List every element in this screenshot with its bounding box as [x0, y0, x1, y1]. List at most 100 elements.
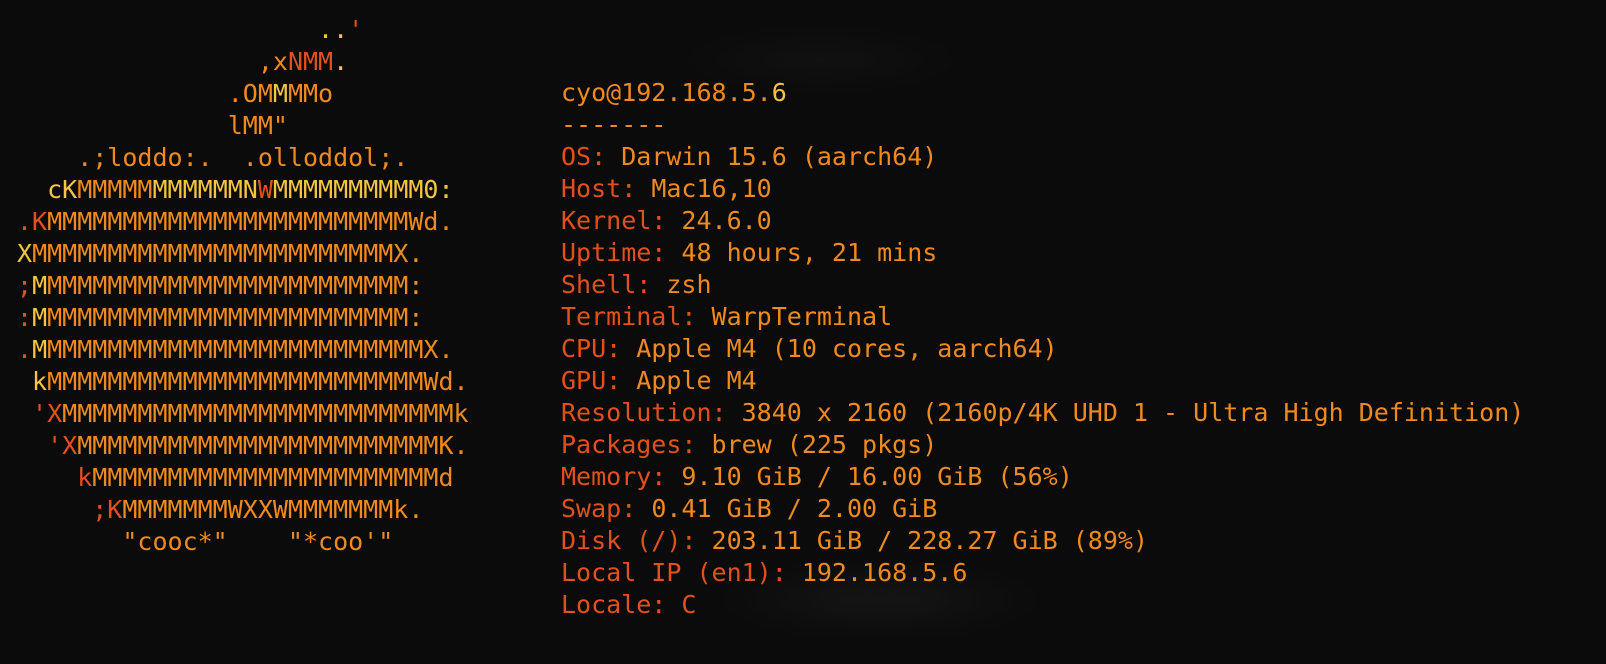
info-line: Kernel: 24.6.0	[561, 205, 1524, 237]
info-line: cyo@192.168.5.6	[561, 77, 1524, 109]
logo-line: 'XMMMMMMMMMMMMMMMMMMMMMMMMMMk	[17, 398, 469, 430]
logo-line: lMM"	[17, 110, 469, 142]
info-line: OS: Darwin 15.6 (aarch64)	[561, 141, 1524, 173]
info-line-segment: Darwin 15.6 (aarch64)	[621, 142, 938, 171]
system-info-panel: cyo@192.168.5.6 ------- OS: Darwin 15.6 (a…	[561, 77, 1524, 621]
logo-line-segment: MMMMMMMMMMMMMMMMMMMMMMMMWd.	[47, 207, 454, 236]
info-line-segment: Memory:	[561, 462, 682, 491]
logo-line-segment: M	[32, 335, 48, 364]
info-line: Host: Mac16,10	[561, 173, 1524, 205]
info-line-segment: cyo@192.168.5.	[561, 78, 772, 107]
logo-line-segment: MMMMMMN	[152, 175, 258, 204]
logo-line: .KMMMMMMMMMMMMMMMMMMMMMMMMWd.	[17, 206, 469, 238]
logo-line-segment: .OM	[17, 79, 273, 108]
info-line-segment: 24.6.0	[681, 206, 772, 235]
info-line-segment: 0.41 GiB / 2.00 GiB	[651, 494, 938, 523]
logo-line: cKMMMMMMMMMMMNWMMMMMMMMMM0:	[17, 174, 469, 206]
logo-line: 'XMMMMMMMMMMMMMMMMMMMMMMMMK.	[17, 430, 469, 462]
info-line-segment: Disk (/):	[561, 526, 712, 555]
info-line-segment: 203.11 GiB / 228.27 GiB (89%)	[711, 526, 1149, 555]
info-line-segment: WarpTerminal	[711, 302, 893, 331]
logo-line-segment: M	[272, 79, 288, 108]
logo-line-segment: '	[348, 15, 364, 44]
logo-line-segment: MMMMMMMMMMMMMMMMMMMMMMMd	[92, 463, 454, 492]
logo-line-segment: MMMMMMMMMM0:	[272, 175, 454, 204]
logo-line-segment: :	[17, 303, 33, 332]
logo-line: ,xNMM.	[17, 46, 469, 78]
logo-line-segment: .;loddo:. .olloddol;.	[17, 143, 409, 172]
logo-line-segment: .	[17, 335, 33, 364]
logo-line: .MMMMMMMMMMMMMMMMMMMMMMMMMMX.	[17, 334, 469, 366]
info-line: Swap: 0.41 GiB / 2.00 GiB	[561, 493, 1524, 525]
logo-line: ..'	[17, 14, 469, 46]
logo-line-segment: MMo	[287, 79, 334, 108]
info-line-segment: 3840 x 2160 (2160p/4K UHD 1 - Ultra High…	[741, 398, 1525, 427]
info-line-segment: Uptime:	[561, 238, 682, 267]
info-line-segment: Locale:	[561, 590, 682, 619]
info-line-segment: 6	[771, 78, 787, 107]
info-line-segment: 9.10 GiB / 16.00 GiB (56%)	[681, 462, 1073, 491]
logo-line-segment: ,x	[17, 47, 288, 76]
logo-line-segment: MMMMMMMMMMMMMMMMMMMMMMMMMMk	[62, 399, 469, 428]
info-line-segment: brew (225 pkgs)	[711, 430, 938, 459]
logo-line-segment: cK	[17, 175, 78, 204]
logo-line-segment: ..	[17, 15, 349, 44]
logo-line-segment: X	[17, 239, 33, 268]
logo-line: "cooc*" "*coo'"	[17, 526, 469, 558]
terminal-window: ..' ,xNMM. .OMMMMo lMM" .;loddo:. .ollod…	[0, 0, 1606, 664]
logo-line-segment: W	[257, 175, 273, 204]
info-line: Shell: zsh	[561, 269, 1524, 301]
info-line-segment: 48 hours, 21 mins	[681, 238, 938, 267]
logo-line-segment: MMMMMMMMMMMMMMMMMMMMMMMMK.	[77, 431, 469, 460]
logo-line-segment: MMMMMMMWXXWMMMMMMMk.	[122, 495, 424, 524]
logo-line-segment: MMMMM	[77, 175, 153, 204]
logo-line-segment: MMMMMMMMMMMMMMMMMMMMMMMMX.	[32, 239, 424, 268]
info-line-segment: CPU:	[561, 334, 637, 363]
info-line-segment: Mac16,10	[651, 174, 772, 203]
info-line: Local IP (en1): 192.168.5.6	[561, 557, 1524, 589]
logo-line: ;MMMMMMMMMMMMMMMMMMMMMMMMM:	[17, 270, 469, 302]
info-line-segment: Kernel:	[561, 206, 682, 235]
info-line-segment: OS:	[561, 142, 622, 171]
info-line-segment: Apple M4	[636, 366, 757, 395]
logo-line-segment: MMMMMMMMMMMMMMMMMMMMMMMM:	[47, 303, 424, 332]
info-line-segment: Host:	[561, 174, 652, 203]
info-line: CPU: Apple M4 (10 cores, aarch64)	[561, 333, 1524, 365]
info-line: -------	[561, 109, 1524, 141]
info-line: Disk (/): 203.11 GiB / 228.27 GiB (89%)	[561, 525, 1524, 557]
logo-line-segment: k	[17, 367, 48, 396]
logo-line: kMMMMMMMMMMMMMMMMMMMMMMMMMWd.	[17, 366, 469, 398]
info-line-segment: zsh	[666, 270, 712, 299]
info-line-segment: -------	[561, 110, 667, 139]
logo-line-segment: "cooc*" "*coo'"	[17, 527, 394, 556]
logo-line-segment: MMMMMMMMMMMMMMMMMMMMMMMMMWd.	[47, 367, 469, 396]
logo-line: kMMMMMMMMMMMMMMMMMMMMMMMd	[17, 462, 469, 494]
logo-line-segment: k	[17, 463, 93, 492]
info-line-segment: Terminal:	[561, 302, 712, 331]
info-line-segment: C	[681, 590, 697, 619]
info-line: Packages: brew (225 pkgs)	[561, 429, 1524, 461]
logo-line-segment: ;	[17, 271, 33, 300]
logo-line-segment: .K	[17, 207, 48, 236]
logo-line-segment: M	[32, 271, 48, 300]
info-line: Memory: 9.10 GiB / 16.00 GiB (56%)	[561, 461, 1524, 493]
info-line: GPU: Apple M4	[561, 365, 1524, 397]
logo-line: :MMMMMMMMMMMMMMMMMMMMMMMMM:	[17, 302, 469, 334]
logo-line-segment: ;K	[17, 495, 123, 524]
info-line-segment: Swap:	[561, 494, 652, 523]
logo-line-segment: 'X	[17, 431, 78, 460]
info-line: Resolution: 3840 x 2160 (2160p/4K UHD 1 …	[561, 397, 1524, 429]
info-line-segment: Resolution:	[561, 398, 742, 427]
info-line: Terminal: WarpTerminal	[561, 301, 1524, 333]
logo-line-segment: M	[32, 303, 48, 332]
logo-line-segment: MMMMMMMMMMMMMMMMMMMMMMMMMX.	[47, 335, 454, 364]
logo-line-segment: MMMMMMMMMMMMMMMMMMMMMMMM:	[47, 271, 424, 300]
logo-line: .OMMMMo	[17, 78, 469, 110]
logo-line: .;loddo:. .olloddol;.	[17, 142, 469, 174]
ascii-apple-logo: ..' ,xNMM. .OMMMMo lMM" .;loddo:. .ollod…	[17, 14, 469, 558]
logo-line-segment: lMM"	[17, 111, 288, 140]
logo-line: ;KMMMMMMMWXXWMMMMMMMk.	[17, 494, 469, 526]
info-line-segment: Apple M4 (10 cores, aarch64)	[636, 334, 1058, 363]
info-line-segment: 192.168.5.6	[801, 558, 968, 587]
info-line-segment: Local IP (en1):	[561, 558, 802, 587]
